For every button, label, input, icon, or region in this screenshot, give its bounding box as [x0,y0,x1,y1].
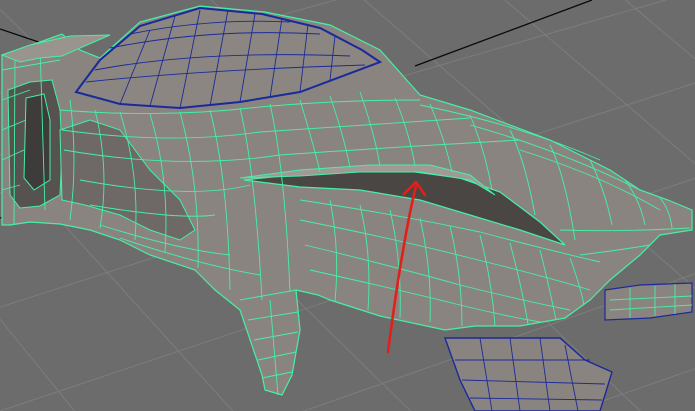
front-intake-dark [23,93,51,191]
maya-viewport[interactable] [0,0,695,411]
rear-lip [604,282,693,321]
